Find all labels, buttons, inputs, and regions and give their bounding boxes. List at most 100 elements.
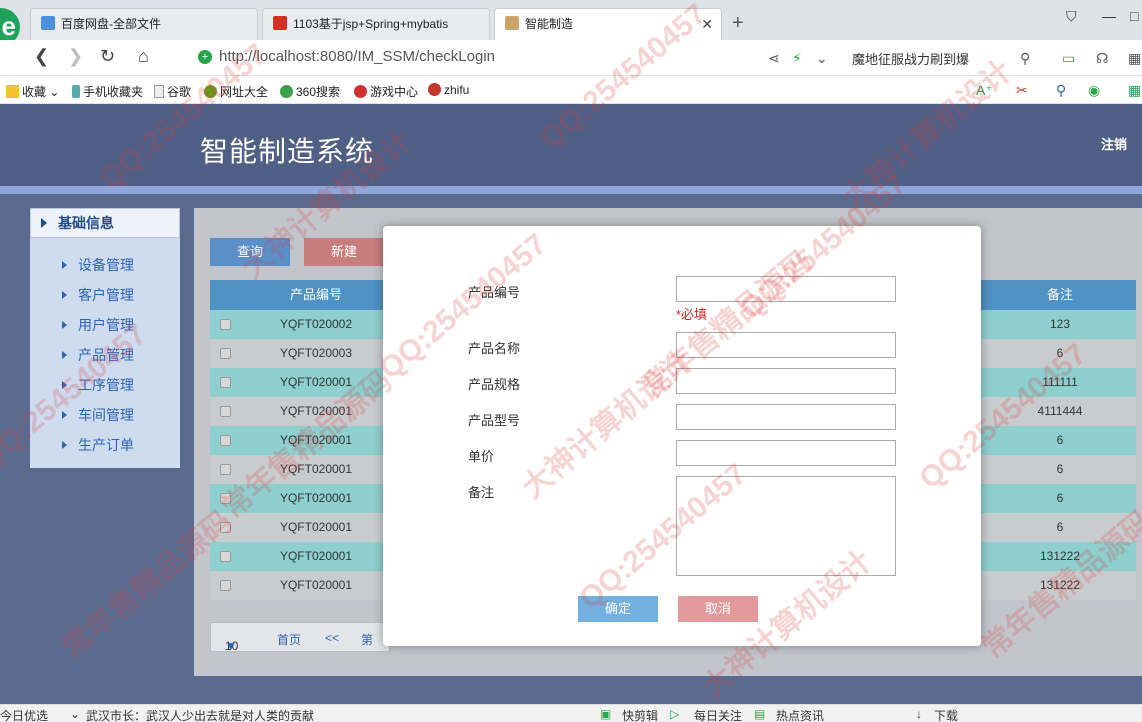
label-remark: 备注 xyxy=(468,485,495,500)
url-host: http://localhost xyxy=(219,48,316,65)
sidebar-item-orders[interactable]: 生产订单 xyxy=(30,432,180,458)
back-icon[interactable]: ❮ xyxy=(34,46,49,67)
share-icon[interactable]: ⋖ xyxy=(768,50,780,67)
row-checkbox[interactable] xyxy=(220,551,231,562)
status-featured[interactable]: 今日优选 xyxy=(0,707,48,722)
cell-remark: 123 xyxy=(1049,317,1071,331)
translate-icon[interactable]: A⁺ xyxy=(976,82,993,99)
search-hint[interactable]: 魔地征服战力刷到爆 xyxy=(852,49,969,68)
grid-icon[interactable]: ▦ xyxy=(1128,50,1141,67)
logout-link[interactable]: 注销 xyxy=(1101,134,1127,153)
row-checkbox[interactable] xyxy=(220,348,231,359)
headphones-icon[interactable]: ☊ xyxy=(1096,50,1108,67)
status-item-download[interactable]: 下载 xyxy=(934,707,958,722)
sidebar: 基础信息 设备管理 客户管理 用户管理 产品管理 工序管理 车间管理 生产订单 xyxy=(30,208,180,468)
column-header-code[interactable]: 产品编号 xyxy=(266,280,366,310)
play-icon: ▷ xyxy=(670,707,680,721)
row-checkbox[interactable] xyxy=(220,319,231,330)
bookmark-games[interactable]: 游戏中心 xyxy=(354,83,418,100)
scissors-icon[interactable]: ✂ xyxy=(1016,82,1028,99)
status-item-hot-news[interactable]: 热点资讯 xyxy=(776,707,824,722)
sidebar-item-label: 用户管理 xyxy=(78,317,134,333)
reload-icon[interactable]: ↻ xyxy=(100,46,115,67)
caret-right-icon xyxy=(62,441,67,449)
sidebar-item-customers[interactable]: 客户管理 xyxy=(30,282,180,308)
product-name-input[interactable] xyxy=(676,332,896,358)
address-bar: ❮ ❯ ↻ ⌂ + http://localhost:8080/IM_SSM/c… xyxy=(0,40,1142,76)
bookmark-360[interactable]: 360搜索 xyxy=(280,83,340,100)
row-checkbox[interactable] xyxy=(220,435,231,446)
row-checkbox[interactable] xyxy=(220,580,231,591)
column-header-remark[interactable]: 备注 xyxy=(1010,280,1110,310)
new-button[interactable]: 新建 xyxy=(304,238,384,266)
bookmark-mobile[interactable]: 手机收藏夹 xyxy=(72,83,143,100)
browser-tab-jsp[interactable]: 1103基于jsp+Spring+mybatis xyxy=(262,8,490,40)
bookmarks-bar: 收藏 ⌄ 手机收藏夹 谷歌 网址大全 360搜索 游戏中心 zhifu A⁺ ✂… xyxy=(0,76,1142,104)
game-icon xyxy=(354,85,367,98)
bookmark-google[interactable]: 谷歌 xyxy=(154,83,191,100)
secure-icon: + xyxy=(198,50,212,64)
app-icon[interactable]: ▦ xyxy=(1128,82,1141,99)
status-news[interactable]: 武汉市长：武汉人少出去就是对人类的贡献 xyxy=(86,707,314,722)
new-tab-icon[interactable]: + xyxy=(732,12,744,35)
star-icon xyxy=(6,85,19,98)
sidebar-section-basic-info[interactable]: 基础信息 xyxy=(30,208,180,238)
browser-tab-active[interactable]: 智能制造 ✕ xyxy=(494,8,722,40)
url-field[interactable]: http://localhost:8080/IM_SSM/checkLogin xyxy=(219,48,495,65)
remark-textarea[interactable] xyxy=(676,476,896,576)
chevron-down-icon[interactable]: ⌄ xyxy=(816,50,828,67)
magnifier-icon[interactable]: ⚲ xyxy=(1056,82,1066,99)
prev-page-link[interactable]: << xyxy=(325,631,339,645)
cell-remark: 131222 xyxy=(1039,578,1081,592)
bookmark-label: 游戏中心 xyxy=(370,85,419,99)
gamepad-icon[interactable]: ◉ xyxy=(1088,82,1100,99)
unit-price-input[interactable] xyxy=(676,440,896,466)
forward-icon[interactable]: ❯ xyxy=(68,46,83,67)
search-icon[interactable]: ⚲ xyxy=(1020,50,1030,67)
row-checkbox[interactable] xyxy=(220,406,231,417)
row-checkbox[interactable] xyxy=(220,493,231,504)
360-icon xyxy=(280,85,293,98)
row-checkbox[interactable] xyxy=(220,464,231,475)
label-product-code: 产品编号 xyxy=(468,285,521,300)
browser-tab-baidu[interactable]: 百度网盘-全部文件 xyxy=(30,8,258,40)
bookmark-favorites[interactable]: 收藏 ⌄ xyxy=(6,83,59,100)
sidebar-item-products[interactable]: 产品管理 xyxy=(30,342,180,368)
caret-right-icon xyxy=(62,291,67,299)
browser-tab-bar: e 百度网盘-全部文件 1103基于jsp+Spring+mybatis 智能制… xyxy=(0,0,1142,46)
site-nav-icon xyxy=(204,85,217,98)
lightning-icon[interactable]: ⚡ xyxy=(792,50,802,67)
label-product-spec: 产品规格 xyxy=(468,377,521,392)
pager: 10 ▼ 首页 << 第 xyxy=(210,622,390,653)
sidebar-item-workshops[interactable]: 车间管理 xyxy=(30,402,180,428)
cell-code: YQFT020001 xyxy=(279,375,353,389)
bookmark-zhifu[interactable]: zhifu xyxy=(428,83,469,97)
row-checkbox[interactable] xyxy=(220,522,231,533)
first-page-link[interactable]: 首页 xyxy=(277,631,301,648)
cell-remark: 6 xyxy=(1056,346,1064,360)
confirm-button[interactable]: 确定 xyxy=(578,596,658,622)
sidebar-item-users[interactable]: 用户管理 xyxy=(30,312,180,338)
shirt-icon[interactable]: ⛉ xyxy=(1066,8,1077,25)
battery-icon[interactable]: ▭ xyxy=(1062,50,1075,67)
home-icon[interactable]: ⌂ xyxy=(138,46,149,67)
cancel-button[interactable]: 取消 xyxy=(678,596,758,622)
bookmark-site-nav[interactable]: 网址大全 xyxy=(204,83,268,100)
sidebar-item-equipment[interactable]: 设备管理 xyxy=(30,252,180,278)
query-button[interactable]: 查询 xyxy=(210,238,290,266)
row-checkbox[interactable] xyxy=(220,377,231,388)
sidebar-item-label: 设备管理 xyxy=(78,257,134,273)
product-model-input[interactable] xyxy=(676,404,896,430)
product-code-input[interactable] xyxy=(676,276,896,302)
maximize-icon[interactable]: □ xyxy=(1130,8,1138,24)
status-item-kuaijianji[interactable]: 快剪辑 xyxy=(622,707,658,722)
close-tab-icon[interactable]: ✕ xyxy=(701,9,713,39)
sidebar-item-processes[interactable]: 工序管理 xyxy=(30,372,180,398)
caret-right-icon xyxy=(62,411,67,419)
bookmark-label: 收藏 xyxy=(22,85,47,99)
sidebar-section-label: 基础信息 xyxy=(58,215,114,231)
minimize-icon[interactable]: — xyxy=(1102,8,1116,24)
status-item-daily[interactable]: 每日关注 xyxy=(694,707,742,722)
chevron-down-icon: ⌄ xyxy=(70,707,81,721)
product-spec-input[interactable] xyxy=(676,368,896,394)
